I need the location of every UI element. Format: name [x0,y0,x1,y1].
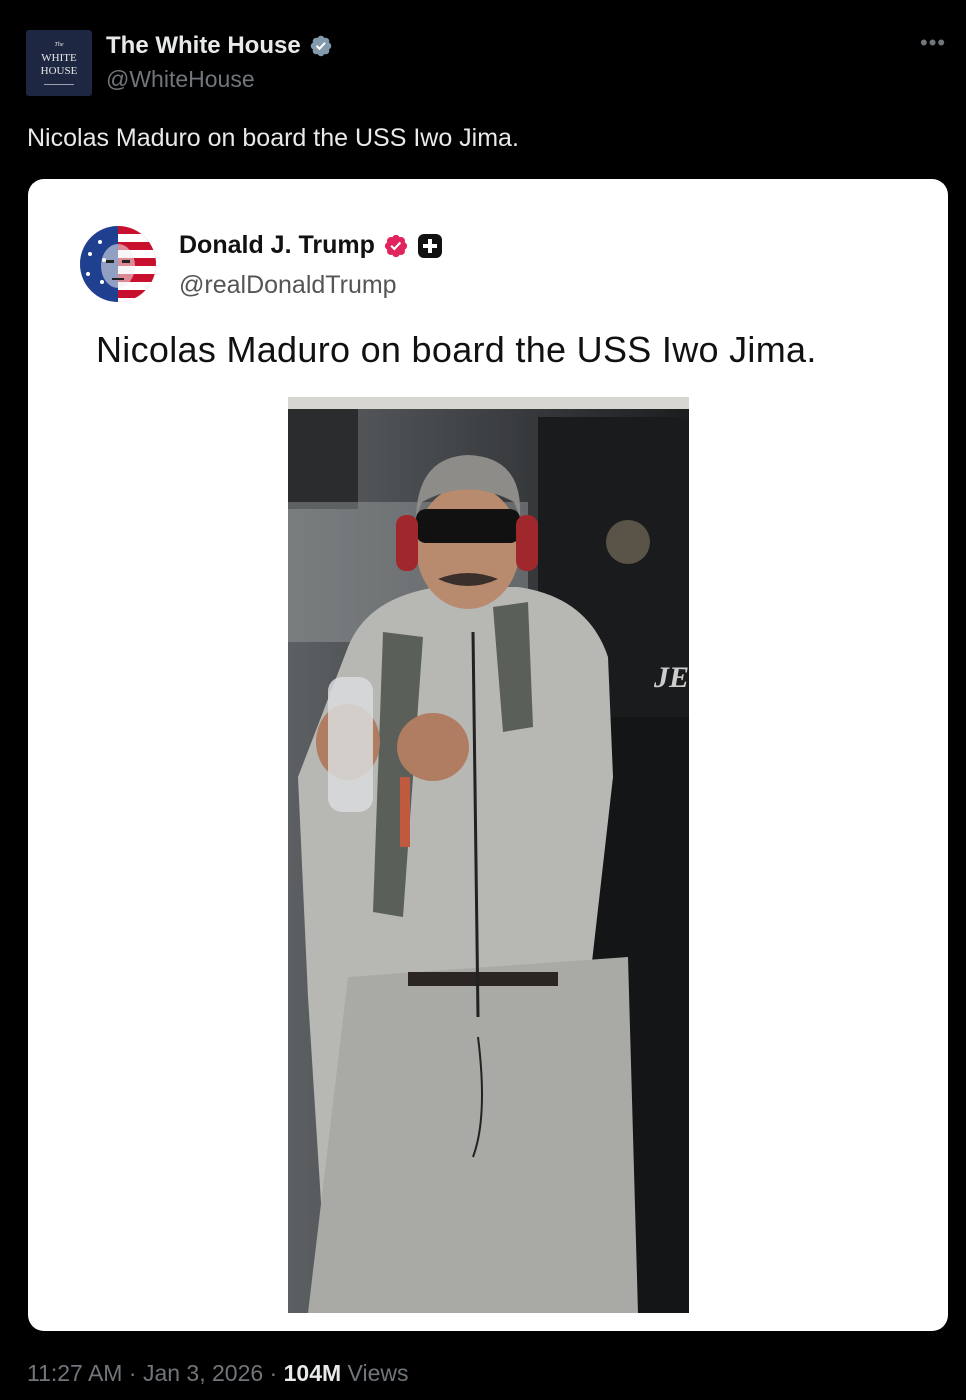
tweet-header: The WHITE HOUSE The White House @WhiteHo… [0,0,966,110]
quoted-post-photo[interactable]: JE [288,397,689,1313]
svg-text:JE: JE [653,661,689,694]
trump-avatar[interactable] [80,226,156,302]
avatar-line-the: The [54,42,64,48]
post-meta: 11:27 AM · Jan 3, 2026 · 104M Views [27,1360,408,1387]
verified-gray-icon [310,35,331,57]
more-icon[interactable]: ••• [920,30,946,56]
verified-pink-icon [384,234,407,257]
views-label: Views [347,1360,409,1386]
quoted-author-handle[interactable]: @realDonaldTrump [179,271,397,300]
views-count: 104M [283,1360,342,1386]
post-time[interactable]: 11:27 AM [27,1360,122,1386]
avatar-line-white: WHITE [41,52,77,64]
photo-illustration: JE [288,397,689,1313]
white-house-avatar[interactable]: The WHITE HOUSE [26,30,92,96]
tweet-text: Nicolas Maduro on board the USS Iwo Jima… [27,124,519,152]
avatar-rule [44,84,74,85]
plus-badge-icon [417,233,442,258]
post-date[interactable]: Jan 3, 2026 [143,1360,263,1386]
author-name-row[interactable]: The White House [106,32,333,60]
avatar-line-house: HOUSE [40,65,78,77]
quoted-author-name[interactable]: Donald J. Trump [179,231,375,260]
meta-separator-1: · [128,1360,143,1386]
trump-avatar-image [80,226,156,302]
author-name[interactable]: The White House [106,32,301,60]
quoted-post-card[interactable]: Donald J. Trump @realDonaldTrump Nicolas… [28,179,948,1331]
meta-separator-2: · [269,1360,284,1386]
quoted-author-name-row[interactable]: Donald J. Trump [179,231,443,260]
author-handle[interactable]: @WhiteHouse [106,66,255,93]
quoted-post-text: Nicolas Maduro on board the USS Iwo Jima… [96,329,817,370]
